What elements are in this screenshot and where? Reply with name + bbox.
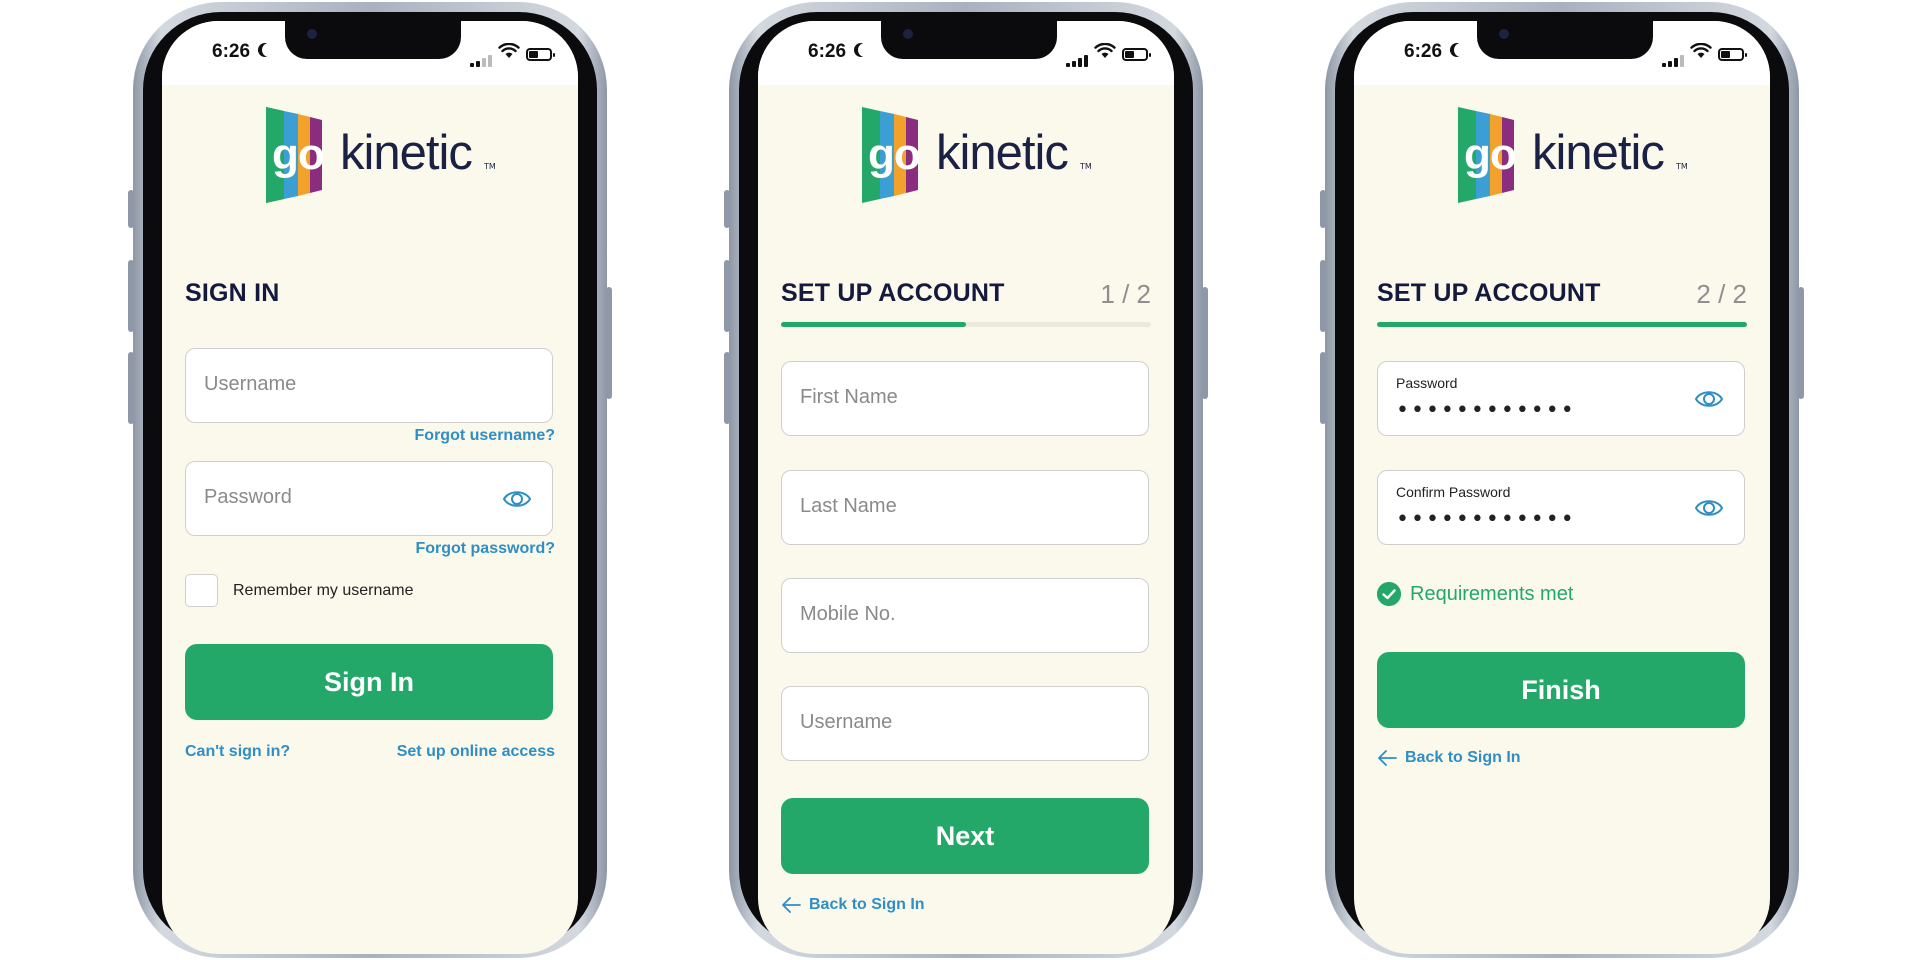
notch (1477, 21, 1653, 59)
focus-moon-icon (858, 43, 872, 57)
finish-button[interactable]: Finish (1377, 652, 1745, 728)
logo-kinetic-text: kinetic (936, 126, 1069, 180)
arrow-left-icon (1378, 750, 1397, 766)
username-input[interactable] (204, 373, 474, 396)
wifi-icon (1690, 43, 1712, 58)
step-indicator: 1 / 2 (1100, 279, 1151, 309)
logo-go-text: go (1464, 130, 1517, 179)
step-progress-bar (781, 322, 1151, 327)
gokinetic-logo: go kinetic TM (1454, 105, 1694, 205)
phone-setup-step2: 6:26 go kinetic TM SET UP ACCOUNT 2 / 2 … (1320, 2, 1804, 958)
logo-trademark: TM (484, 162, 496, 171)
last-name-field[interactable] (781, 470, 1149, 545)
password-field[interactable] (185, 461, 553, 536)
battery-icon (1122, 48, 1151, 61)
notch (881, 21, 1057, 59)
title-row: SET UP ACCOUNT 1 / 2 (781, 279, 1151, 309)
mobile-field[interactable] (781, 578, 1149, 653)
forgot-password-link[interactable]: Forgot password? (415, 540, 555, 558)
requirements-text: Requirements met (1410, 583, 1574, 605)
step-progress-bar (1377, 322, 1747, 327)
screen: 6:26 go kinetic TM SIGN IN Username Forg… (162, 21, 578, 954)
camera-icon (307, 29, 317, 39)
battery-icon (526, 48, 555, 61)
notch (285, 21, 461, 59)
title-row: SET UP ACCOUNT 2 / 2 (1377, 279, 1747, 309)
status-time: 6:26 (1404, 41, 1443, 62)
password-value[interactable]: •••••••••••• (1396, 398, 1576, 423)
confirm-password-label: Confirm Password (1396, 484, 1511, 500)
arrow-left-icon (782, 897, 801, 913)
username-field[interactable] (185, 348, 553, 423)
camera-icon (903, 29, 913, 39)
show-confirm-password-eye-icon[interactable] (1694, 496, 1724, 520)
username-input[interactable] (800, 711, 1070, 734)
cellular-signal-icon (1662, 55, 1684, 67)
page-title: SIGN IN (185, 279, 280, 307)
show-password-eye-icon[interactable] (1694, 387, 1724, 411)
username-field[interactable] (781, 686, 1149, 761)
page-title: SET UP ACCOUNT (1377, 279, 1601, 307)
gokinetic-logo: go kinetic TM (262, 105, 502, 205)
remember-label: Remember my username (233, 582, 414, 599)
title-row: SIGN IN (185, 279, 555, 309)
back-link-label: Back to Sign In (1405, 749, 1521, 766)
status-time: 6:26 (808, 41, 847, 62)
logo-kinetic-text: kinetic (340, 126, 473, 180)
progress-fill (1377, 322, 1747, 327)
step-indicator: 2 / 2 (1696, 279, 1747, 309)
logo-go-text: go (272, 130, 325, 179)
last-name-input[interactable] (800, 495, 1070, 518)
cant-sign-in-link[interactable]: Can't sign in? (185, 743, 290, 761)
battery-icon (1718, 48, 1747, 61)
logo-kinetic-text: kinetic (1532, 126, 1665, 180)
wifi-icon (498, 43, 520, 58)
confirm-password-field[interactable]: Confirm Password •••••••••••• (1377, 470, 1745, 545)
status-bar: 6:26 (162, 21, 578, 85)
logo-trademark: TM (1080, 162, 1092, 171)
focus-moon-icon (262, 43, 276, 57)
progress-fill (781, 322, 966, 327)
mobile-input[interactable] (800, 603, 1070, 626)
password-field[interactable]: Password •••••••••••• (1377, 361, 1745, 436)
screen: 6:26 go kinetic TM SET UP ACCOU (1354, 21, 1770, 954)
status-bar: 6:26 (1354, 21, 1770, 85)
page-title: SET UP ACCOUNT (781, 279, 1005, 307)
stage: 6:26 go kinetic TM SIGN IN Username Forg… (0, 0, 1921, 960)
cellular-signal-icon (1066, 55, 1088, 67)
confirm-password-value[interactable]: •••••••••••• (1396, 507, 1576, 532)
password-input[interactable] (204, 486, 474, 509)
screen: 6:26 go kinetic TM SET UP ACCOU (758, 21, 1174, 954)
check-circle-icon (1377, 582, 1401, 606)
forgot-username-link[interactable]: Forgot username? (415, 427, 555, 445)
password-label: Password (1396, 375, 1458, 391)
logo-go-text: go (868, 130, 921, 179)
show-password-eye-icon[interactable] (502, 487, 532, 511)
focus-moon-icon (1454, 43, 1468, 57)
wifi-icon (1094, 43, 1116, 58)
remember-checkbox[interactable] (185, 574, 218, 607)
back-link-label: Back to Sign In (809, 896, 925, 913)
logo-trademark: TM (1676, 162, 1688, 171)
status-bar: 6:26 (758, 21, 1174, 85)
status-time: 6:26 (212, 41, 251, 62)
first-name-field[interactable] (781, 361, 1149, 436)
next-button[interactable]: Next (781, 798, 1149, 874)
cellular-signal-icon (470, 55, 492, 67)
sign-in-button[interactable]: Sign In (185, 644, 553, 720)
setup-online-access-link[interactable]: Set up online access (397, 743, 555, 761)
phone-setup-step1: 6:26 go kinetic TM SET UP ACCOUNT 1 / 2 … (724, 2, 1208, 958)
first-name-input[interactable] (800, 386, 1070, 409)
phone-sign-in: 6:26 go kinetic TM SIGN IN Username Forg… (128, 2, 612, 958)
gokinetic-logo: go kinetic TM (858, 105, 1098, 205)
camera-icon (1499, 29, 1509, 39)
